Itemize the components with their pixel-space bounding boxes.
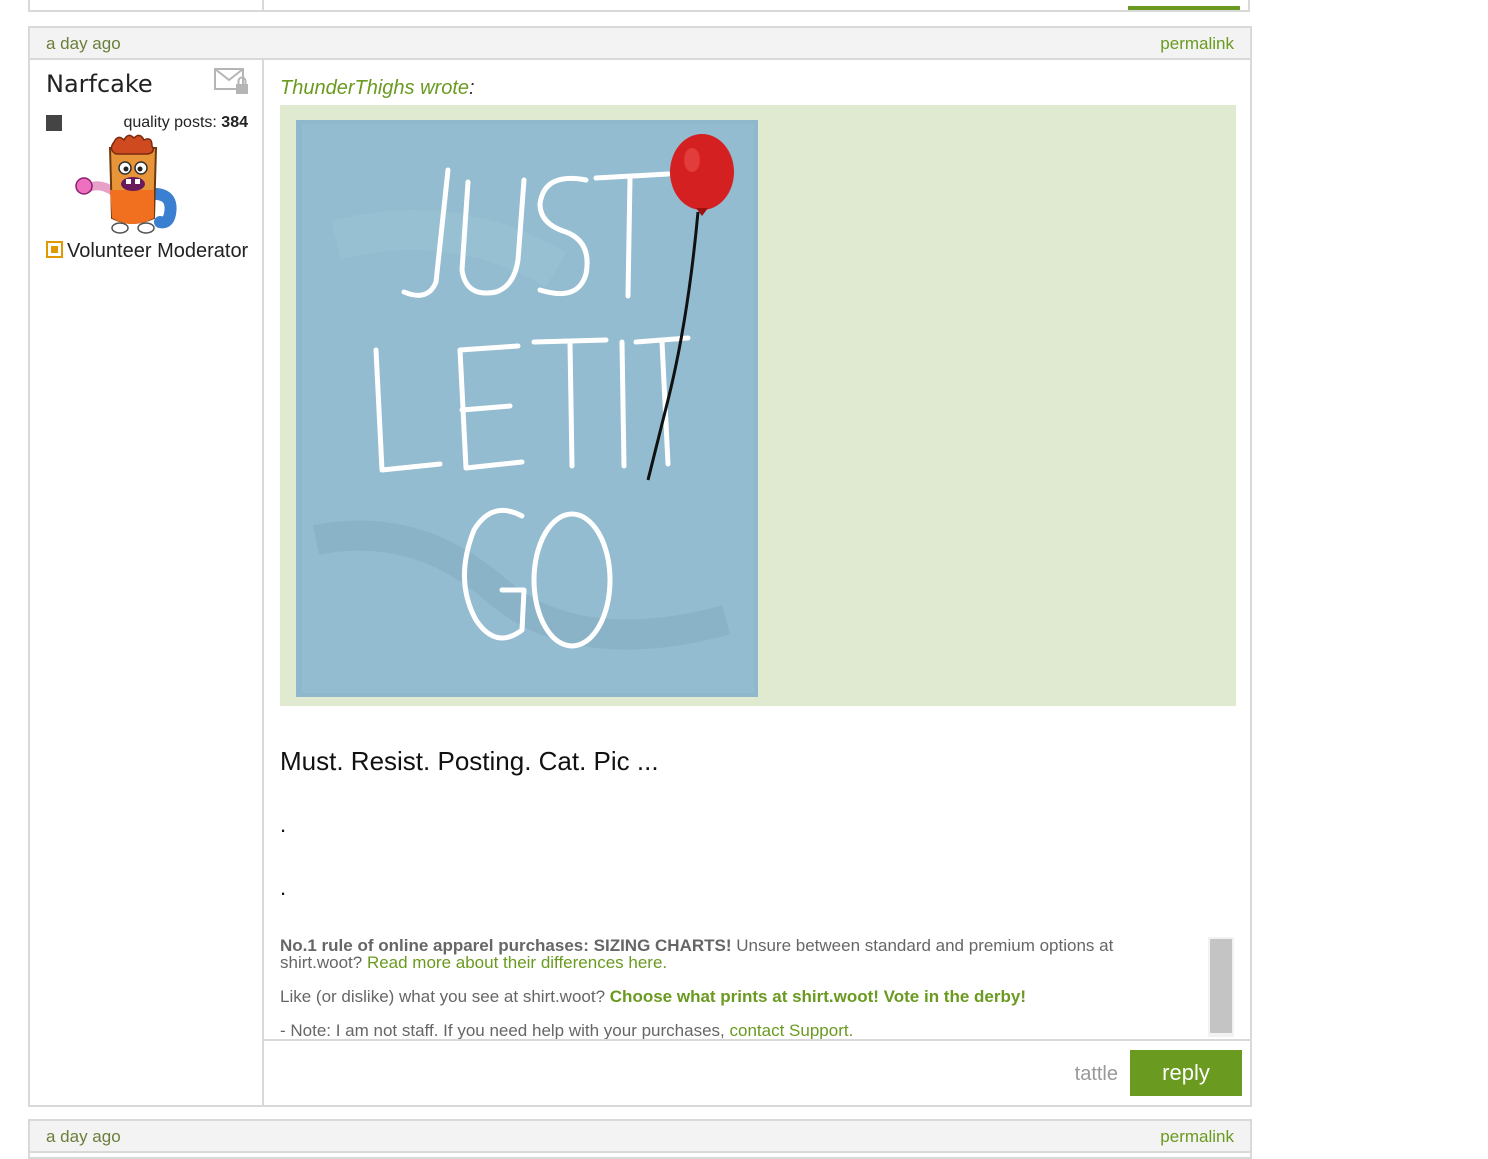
tattle-link[interactable]: tattle [1075, 1063, 1118, 1086]
post-body: Narfcake quality posts: 384 Volunteer Mo… [30, 60, 1250, 1105]
previous-post-divider [262, 0, 264, 10]
quoted-author-link[interactable]: ThunderThighs wrote [280, 77, 469, 99]
next-post-header: a day ago permalink [30, 1121, 1250, 1153]
quote-block [280, 105, 1236, 706]
post-message: Must. Resist. Posting. Cat. Pic ... [280, 746, 659, 776]
avatar[interactable] [70, 132, 180, 243]
rank-badge [46, 115, 62, 131]
next-post-timestamp: a day ago [46, 1127, 121, 1146]
quoted-author-name: ThunderThighs [280, 77, 415, 99]
author-panel: Narfcake quality posts: 384 Volunteer Mo… [30, 60, 264, 1105]
quoted-image-just-let-it-go-poster [296, 120, 758, 697]
signature-scrollbar-thumb[interactable] [1210, 939, 1232, 1033]
next-permalink-link[interactable]: permalink [1160, 1127, 1234, 1147]
author-name[interactable]: Narfcake [46, 70, 153, 98]
signature-scrollbar[interactable] [1208, 937, 1234, 1037]
post-content: ThunderThighs wrote: Must. Resist. Posti… [264, 60, 1250, 1105]
post-actions: tattle reply [264, 1039, 1250, 1107]
next-forum-post: a day ago permalink [28, 1119, 1252, 1159]
signature-derby-text: Like (or dislike) what you see at shirt.… [280, 987, 606, 1006]
private-message-locked-icon[interactable] [214, 68, 250, 101]
signature-note-text: - Note: I am not staff. If you need help… [280, 1021, 725, 1040]
reply-button[interactable]: reply [1130, 1050, 1242, 1096]
quote-wrote-label: wrote [420, 77, 469, 99]
signature-differences-link[interactable]: Read more about their differences here. [367, 953, 667, 972]
post-timestamp: a day ago [46, 34, 121, 53]
role-label: Volunteer Moderator [46, 240, 248, 263]
signature-derby-link[interactable]: Choose what prints at shirt.woot! Vote i… [610, 987, 1026, 1006]
permalink-link[interactable]: permalink [1160, 34, 1234, 54]
quality-posts-label: quality posts: [123, 114, 217, 131]
spacer-dot: . [280, 812, 287, 837]
moderator-badge-icon [46, 241, 63, 258]
quote-attribution: ThunderThighs wrote: [280, 77, 475, 100]
role-text: Volunteer Moderator [67, 240, 249, 262]
contact-support-link[interactable]: contact Support. [730, 1021, 854, 1040]
post-header: a day ago permalink [30, 28, 1250, 60]
quality-posts-count: 384 [221, 114, 248, 131]
previous-post-edge [28, 0, 1250, 12]
quote-colon: : [469, 77, 475, 99]
forum-post: a day ago permalink Narfcake quality pos… [28, 26, 1252, 1107]
previous-reply-button-edge[interactable] [1128, 6, 1240, 10]
quality-posts: quality posts: 384 [123, 114, 248, 132]
spacer-dot: . [280, 875, 287, 900]
